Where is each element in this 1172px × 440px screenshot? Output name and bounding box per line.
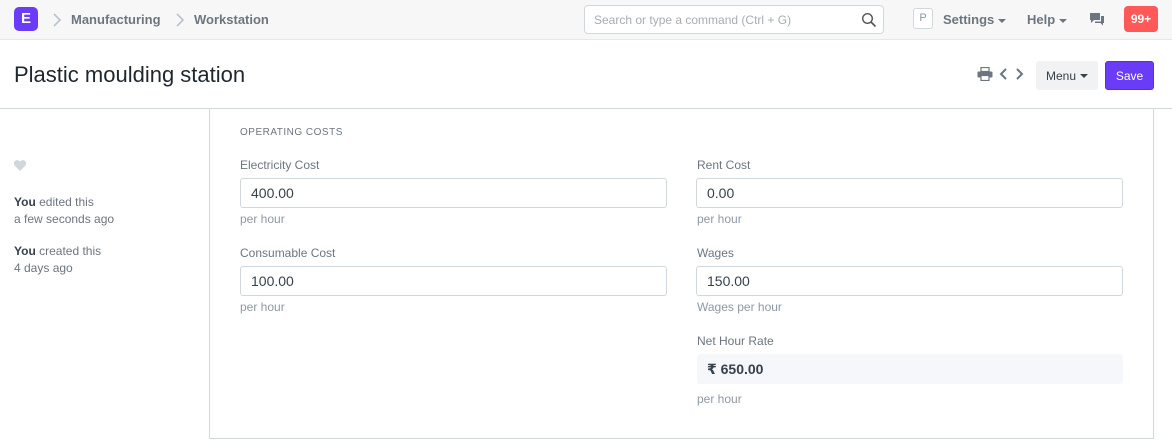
print-icon[interactable] <box>977 67 993 81</box>
caret-down-icon <box>998 18 1007 23</box>
settings-menu[interactable]: Settings <box>943 12 1007 27</box>
net-hour-rate-value: ₹ 650.00 <box>697 354 1123 384</box>
menu-button[interactable]: Menu <box>1036 61 1098 90</box>
wages-description: Wages per hour <box>697 300 782 314</box>
caret-down-icon <box>1059 18 1068 23</box>
chevron-right-icon <box>176 13 185 27</box>
app-logo[interactable]: E <box>14 7 38 31</box>
next-record-icon[interactable] <box>1013 66 1025 82</box>
consumable-cost-input[interactable]: 100.00 <box>240 266 667 296</box>
timeline-time: a few seconds ago <box>14 212 115 226</box>
timeline-action: edited this <box>35 195 94 209</box>
search-icon[interactable] <box>861 12 877 28</box>
help-menu[interactable]: Help <box>1027 12 1068 27</box>
net-hour-rate-label: Net Hour Rate <box>697 334 774 348</box>
save-button[interactable]: Save <box>1105 61 1154 90</box>
help-label: Help <box>1027 12 1056 27</box>
search-placeholder: Search or type a command (Ctrl + G) <box>594 13 792 27</box>
timeline-actor: You <box>14 195 36 209</box>
heart-icon[interactable] <box>13 159 27 172</box>
previous-record-icon[interactable] <box>998 66 1010 82</box>
rent-cost-label: Rent Cost <box>697 158 751 172</box>
electricity-cost-label: Electricity Cost <box>240 158 320 172</box>
timeline-action: created this <box>35 244 102 258</box>
chat-icon[interactable] <box>1089 11 1105 27</box>
timeline-entry: You edited this a few seconds ago <box>14 194 114 228</box>
rent-cost-description: per hour <box>697 212 742 226</box>
settings-label: Settings <box>943 12 995 27</box>
electricity-cost-input[interactable]: 400.00 <box>240 178 667 208</box>
menu-button-label: Menu <box>1045 68 1077 83</box>
notification-badge[interactable]: 99+ <box>1124 6 1158 32</box>
consumable-cost-label: Consumable Cost <box>240 246 336 260</box>
caret-down-icon <box>1080 74 1089 79</box>
navbar: E Manufacturing Workstation Search or ty… <box>0 0 1172 40</box>
wages-input[interactable]: 150.00 <box>696 266 1123 296</box>
chevron-right-icon <box>53 13 62 27</box>
section-title-operating-costs: Operating Costs <box>240 127 343 138</box>
user-avatar[interactable]: P <box>913 8 933 29</box>
wages-label: Wages <box>697 246 734 260</box>
timeline-time: 4 days ago <box>14 261 73 275</box>
electricity-cost-description: per hour <box>240 212 285 226</box>
rent-cost-input[interactable]: 0.00 <box>696 178 1123 208</box>
timeline-entry: You created this 4 days ago <box>14 243 101 277</box>
consumable-cost-description: per hour <box>240 300 285 314</box>
breadcrumb-workstation[interactable]: Workstation <box>194 12 269 27</box>
timeline-actor: You <box>14 244 36 258</box>
net-hour-rate-description: per hour <box>697 392 742 406</box>
breadcrumb-manufacturing[interactable]: Manufacturing <box>71 12 161 27</box>
search-input[interactable]: Search or type a command (Ctrl + G) <box>584 5 884 34</box>
page-title: Plastic moulding station <box>14 62 246 87</box>
